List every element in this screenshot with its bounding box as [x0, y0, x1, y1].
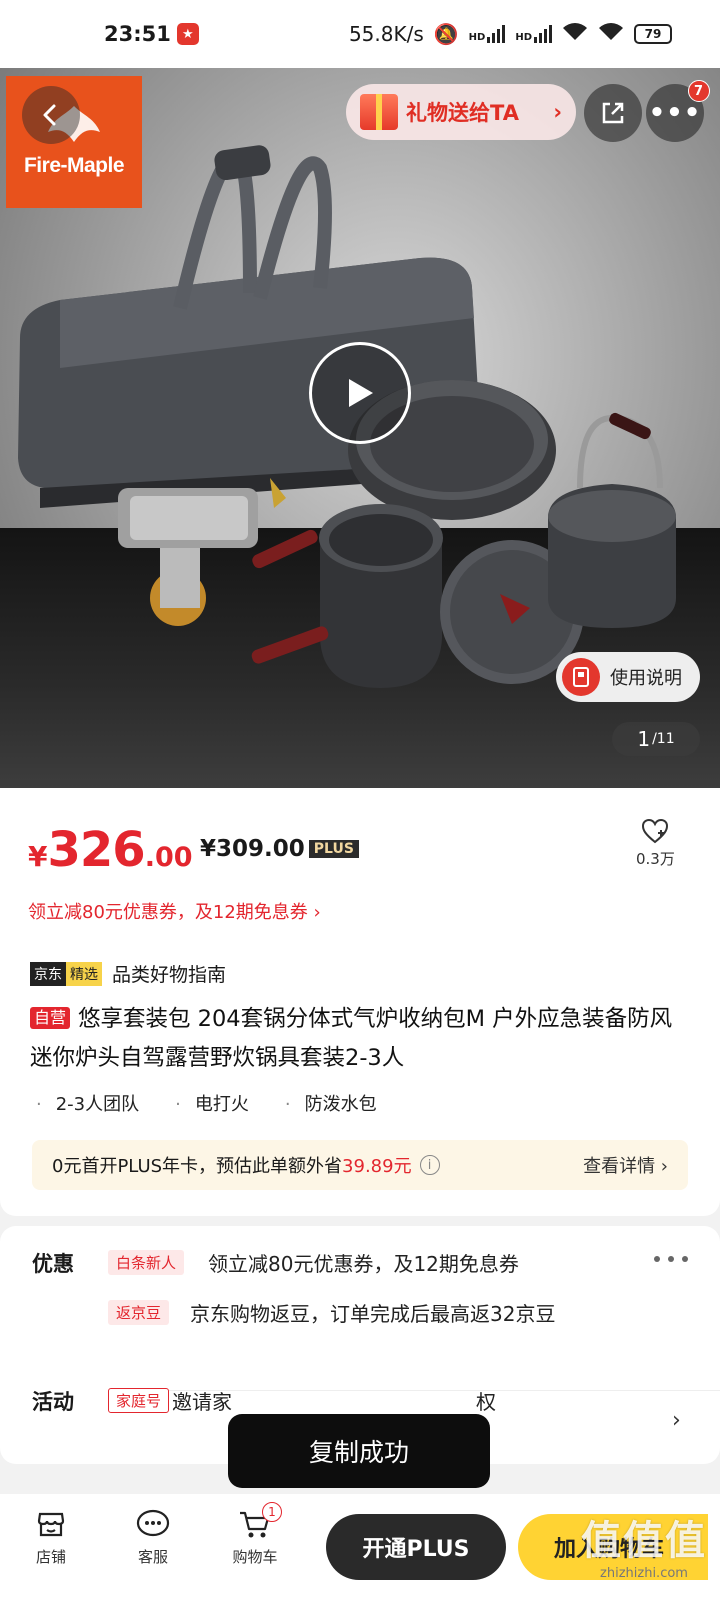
plus-price: ¥309.00 PLUS — [200, 836, 359, 862]
back-button[interactable] — [22, 86, 80, 144]
page-current: 1 — [637, 727, 651, 751]
service-label: 客服 — [137, 1548, 168, 1566]
shop-label: 店铺 — [35, 1548, 66, 1566]
play-video-button[interactable] — [309, 342, 411, 444]
plus-bar-detail[interactable]: 查看详情 › — [583, 1152, 668, 1178]
more-button[interactable]: ••• 7 — [646, 80, 710, 142]
price-currency: ¥ — [28, 840, 48, 873]
brand-logo-text: Fire-Maple — [23, 154, 125, 177]
promo-text-jingdou[interactable]: 京东购物返豆，订单完成后最高返32京豆 — [190, 1298, 555, 1327]
feature-tags: 2-3人团队 电打火 防泼水包 — [36, 1090, 377, 1116]
open-plus-button[interactable]: 开通PLUS — [326, 1514, 506, 1580]
watermark-big: 值值值 — [581, 1518, 707, 1564]
hd-label-1: HD — [468, 32, 486, 43]
product-title-text: 悠享套装包 204套锅分体式气炉收纳包M 户外应急装备防风迷你炉头自驾露营野炊锅… — [30, 1006, 673, 1071]
plus-bar-prefix: 0元首开PLUS年卡，预估此单额外省 — [52, 1156, 343, 1177]
promotions-label: 优惠 — [32, 1252, 74, 1276]
plus-savings-bar[interactable]: 0元首开PLUS年卡，预估此单额外省 39.89元 i 查看详情 › — [32, 1140, 688, 1190]
back-arrow-icon — [43, 104, 56, 126]
favorite-button[interactable]: 0.3万 — [636, 818, 675, 869]
page-total: /11 — [652, 731, 675, 747]
battery-icon: 79 — [634, 24, 672, 44]
cart-button[interactable]: 1 购物车 — [220, 1502, 290, 1567]
shop-button[interactable]: 店铺 — [16, 1508, 86, 1567]
chevron-right-icon: › — [553, 100, 562, 124]
status-bar: 23:51 ★ 55.8K/s 🔕 HD HD 79 — [0, 0, 720, 68]
notification-app-icon: ★ — [176, 23, 199, 45]
more-dots-icon: ••• — [648, 98, 702, 128]
wifi-icon-1 — [562, 22, 588, 47]
mute-icon: 🔕 — [433, 22, 459, 46]
cart-badge: 1 — [262, 1502, 282, 1522]
customer-service-icon — [136, 1509, 170, 1537]
category-guide[interactable]: 京东 精选 品类好物指南 — [30, 960, 226, 987]
cart-label: 购物车 — [232, 1548, 278, 1566]
share-button[interactable] — [584, 84, 642, 142]
jd-badge-b: 精选 — [66, 961, 102, 986]
product-gallery[interactable]: Fire-Maple 礼物送给TA › ••• 7 使用说明 1/11 — [0, 68, 720, 788]
gift-label: 礼物送给TA — [406, 101, 519, 125]
brand-logo: Fire-Maple — [6, 76, 142, 208]
manual-button[interactable]: 使用说明 — [556, 652, 700, 702]
feature-tag: 2-3人团队 — [36, 1090, 139, 1116]
self-operated-tag: 自营 — [30, 1007, 71, 1029]
manual-icon — [562, 658, 600, 696]
watermark-small: zhizhizhi.com — [600, 1566, 688, 1581]
feature-tag: 防泼水包 — [285, 1090, 377, 1116]
plus-bar-amount: 39.89元 — [342, 1156, 412, 1177]
promo-text-baitiao[interactable]: 领立减80元优惠券，及12期免息券 — [208, 1248, 519, 1277]
play-icon — [349, 379, 373, 407]
share-icon — [602, 102, 624, 124]
price-integer: 326 — [47, 822, 145, 878]
guide-text: 品类好物指南 — [112, 964, 227, 986]
wifi-icon-2 — [598, 22, 624, 47]
price-decimal: .00 — [144, 842, 193, 873]
info-icon[interactable]: i — [419, 1155, 440, 1175]
image-page-indicator: 1/11 — [612, 722, 700, 756]
chevron-right-icon[interactable]: › — [672, 1408, 681, 1433]
toast-message: 复制成功 — [228, 1414, 490, 1488]
gift-button[interactable]: 礼物送给TA › — [346, 84, 576, 140]
price: ¥ 326 .00 — [28, 822, 193, 878]
activity-label: 活动 — [32, 1390, 74, 1414]
plus-badge: PLUS — [308, 840, 359, 858]
status-right: 55.8K/s 🔕 HD HD 79 — [349, 22, 672, 47]
shop-icon — [37, 1512, 65, 1537]
promo-tag-jingdou: 返京豆 — [108, 1300, 170, 1325]
signal-1-icon: HD — [469, 25, 506, 43]
net-speed: 55.8K/s — [348, 22, 424, 46]
promo-tag-baitiao: 白条新人 — [108, 1250, 185, 1275]
activity-text-left[interactable]: 邀请家 — [172, 1386, 232, 1415]
more-dots-icon[interactable] — [654, 1256, 688, 1262]
activity-text-right[interactable]: 权 — [476, 1386, 496, 1415]
service-button[interactable]: 客服 — [118, 1508, 188, 1567]
signal-2-icon: HD — [515, 25, 552, 43]
more-badge: 7 — [688, 80, 710, 102]
jd-selected-badge: 京东 精选 — [30, 961, 102, 986]
favorite-count: 0.3万 — [636, 850, 675, 868]
coupon-link[interactable]: 领立减80元优惠券，及12期免息券 › — [28, 898, 321, 924]
product-title[interactable]: 自营 悠享套装包 204套锅分体式气炉收纳包M 户外应急装备防风迷你炉头自驾露营野… — [30, 1000, 690, 1078]
jd-badge-a: 京东 — [30, 961, 66, 986]
manual-label: 使用说明 — [610, 668, 682, 689]
heart-icon — [642, 818, 669, 844]
feature-tag: 电打火 — [175, 1090, 249, 1116]
plus-price-value: ¥309.00 — [200, 836, 305, 862]
product-info-card: ¥ 326 .00 ¥309.00 PLUS 0.3万 领立减80元优惠券，及1… — [0, 788, 720, 1216]
site-watermark: 值值值 zhizhizhi.com — [574, 1508, 714, 1581]
status-time: 23:51 — [104, 22, 171, 46]
gift-icon — [360, 94, 398, 130]
activity-tag: 家庭号 — [108, 1388, 170, 1413]
hd-label-2: HD — [515, 32, 532, 43]
